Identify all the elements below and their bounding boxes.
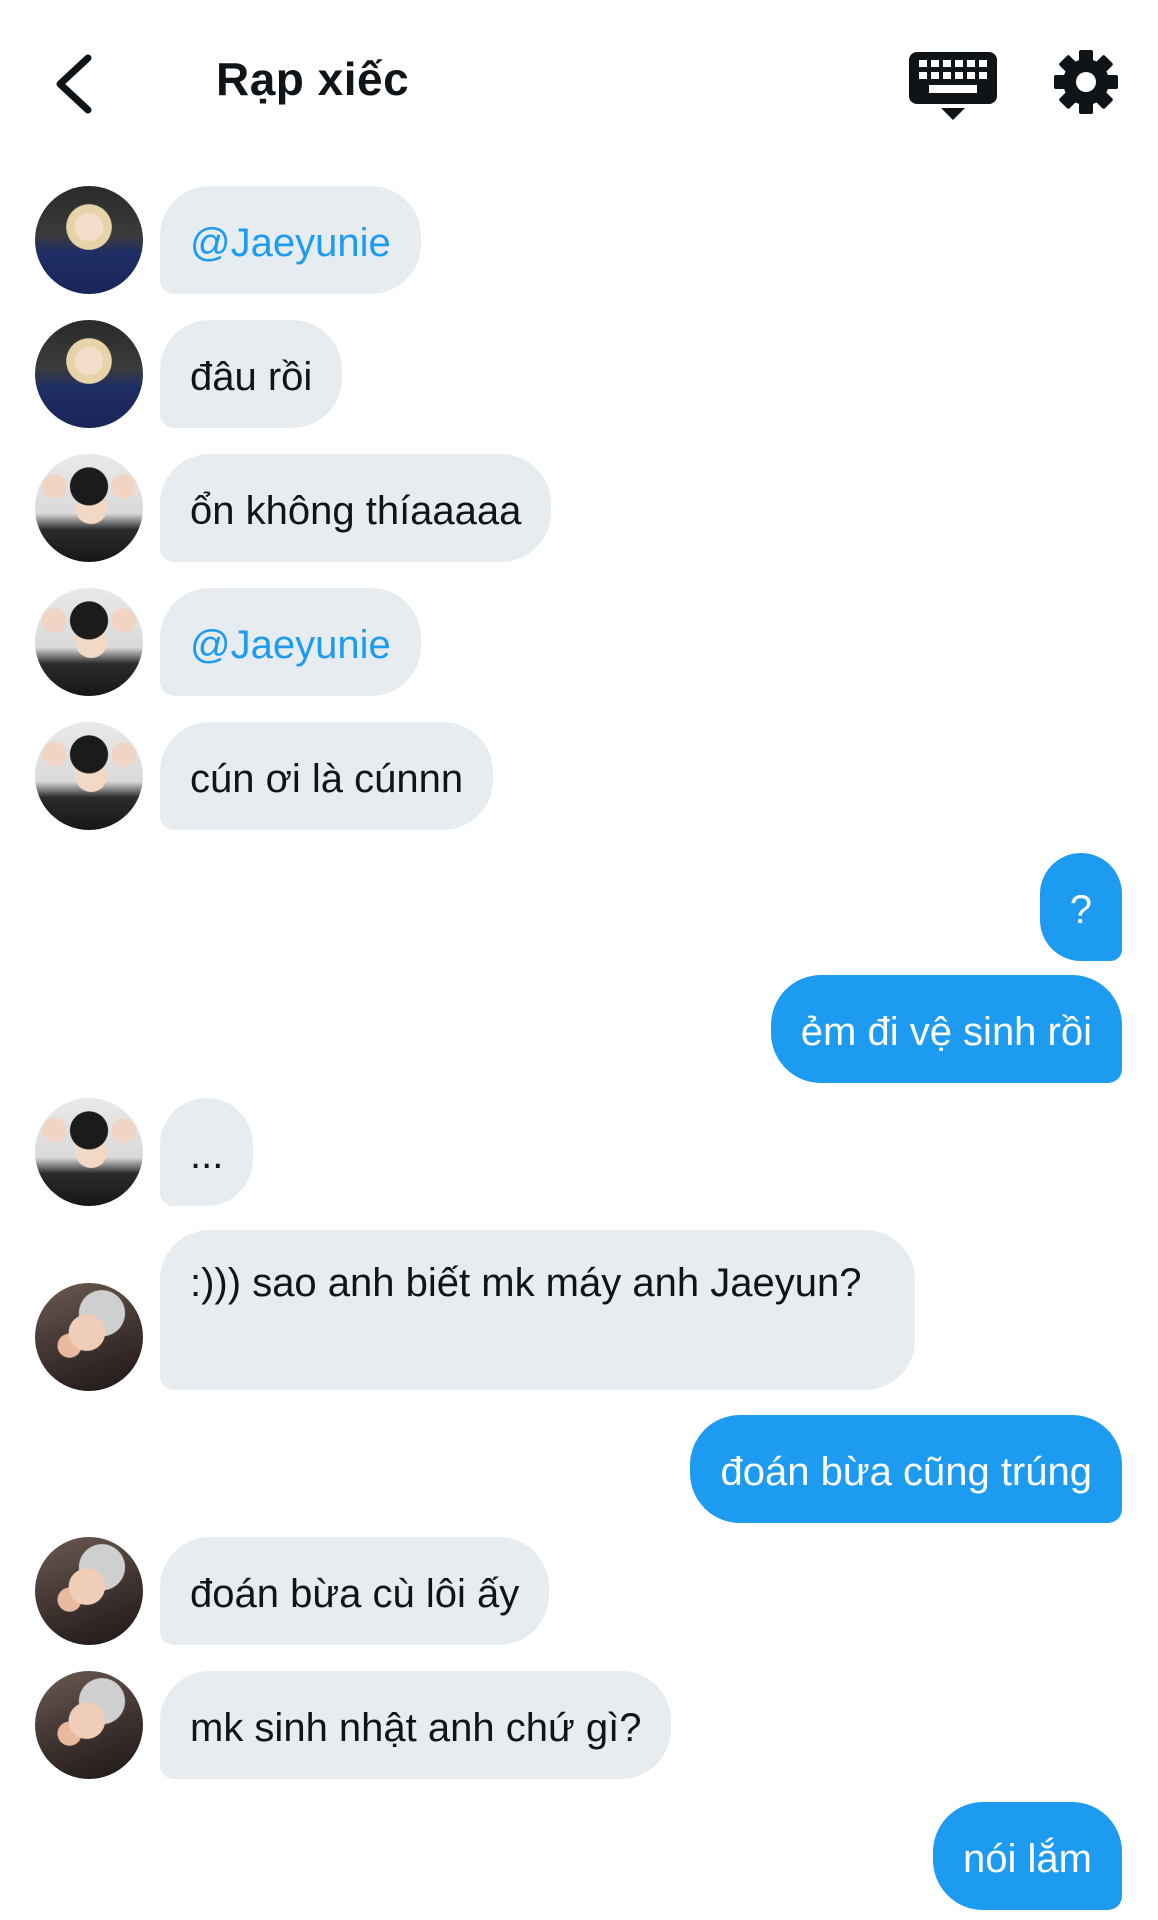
message-bubble[interactable]: ... bbox=[160, 1098, 254, 1206]
avatar[interactable] bbox=[35, 1283, 143, 1391]
message-bubble-sent[interactable]: ? bbox=[1039, 853, 1122, 961]
message-bubble[interactable]: :))) sao anh biết mk máy anh Jaeyun? bbox=[160, 1230, 915, 1390]
avatar[interactable] bbox=[35, 588, 143, 696]
message-thread: @Jaeyunie đâu rồi ổn không thíaaaaa @Jae… bbox=[0, 0, 1158, 1920]
avatar[interactable] bbox=[35, 722, 143, 830]
message-bubble-sent[interactable]: nói lắm bbox=[933, 1802, 1122, 1910]
message-bubble[interactable]: ổn không thíaaaaa bbox=[160, 454, 552, 562]
message-bubble[interactable]: mk sinh nhật anh chứ gì? bbox=[160, 1671, 672, 1779]
message-bubble-sent[interactable]: ẻm đi vệ sinh rồi bbox=[770, 975, 1122, 1083]
message-bubble[interactable]: cún ơi là cúnnn bbox=[160, 722, 494, 830]
mention-link[interactable]: @Jaeyunie bbox=[190, 623, 391, 667]
avatar[interactable] bbox=[35, 454, 143, 562]
message-bubble[interactable]: đâu rồi bbox=[160, 320, 343, 428]
message-bubble[interactable]: đoán bừa cù lôi ấy bbox=[160, 1537, 550, 1645]
avatar[interactable] bbox=[35, 1537, 143, 1645]
avatar[interactable] bbox=[35, 320, 143, 428]
message-bubble[interactable]: @Jaeyunie bbox=[160, 588, 421, 696]
message-bubble-sent[interactable]: đoán bừa cũng trúng bbox=[690, 1415, 1122, 1523]
mention-link[interactable]: @Jaeyunie bbox=[190, 221, 391, 265]
avatar[interactable] bbox=[35, 1671, 143, 1779]
message-bubble[interactable]: @Jaeyunie bbox=[160, 186, 421, 294]
avatar[interactable] bbox=[35, 186, 143, 294]
avatar[interactable] bbox=[35, 1098, 143, 1206]
